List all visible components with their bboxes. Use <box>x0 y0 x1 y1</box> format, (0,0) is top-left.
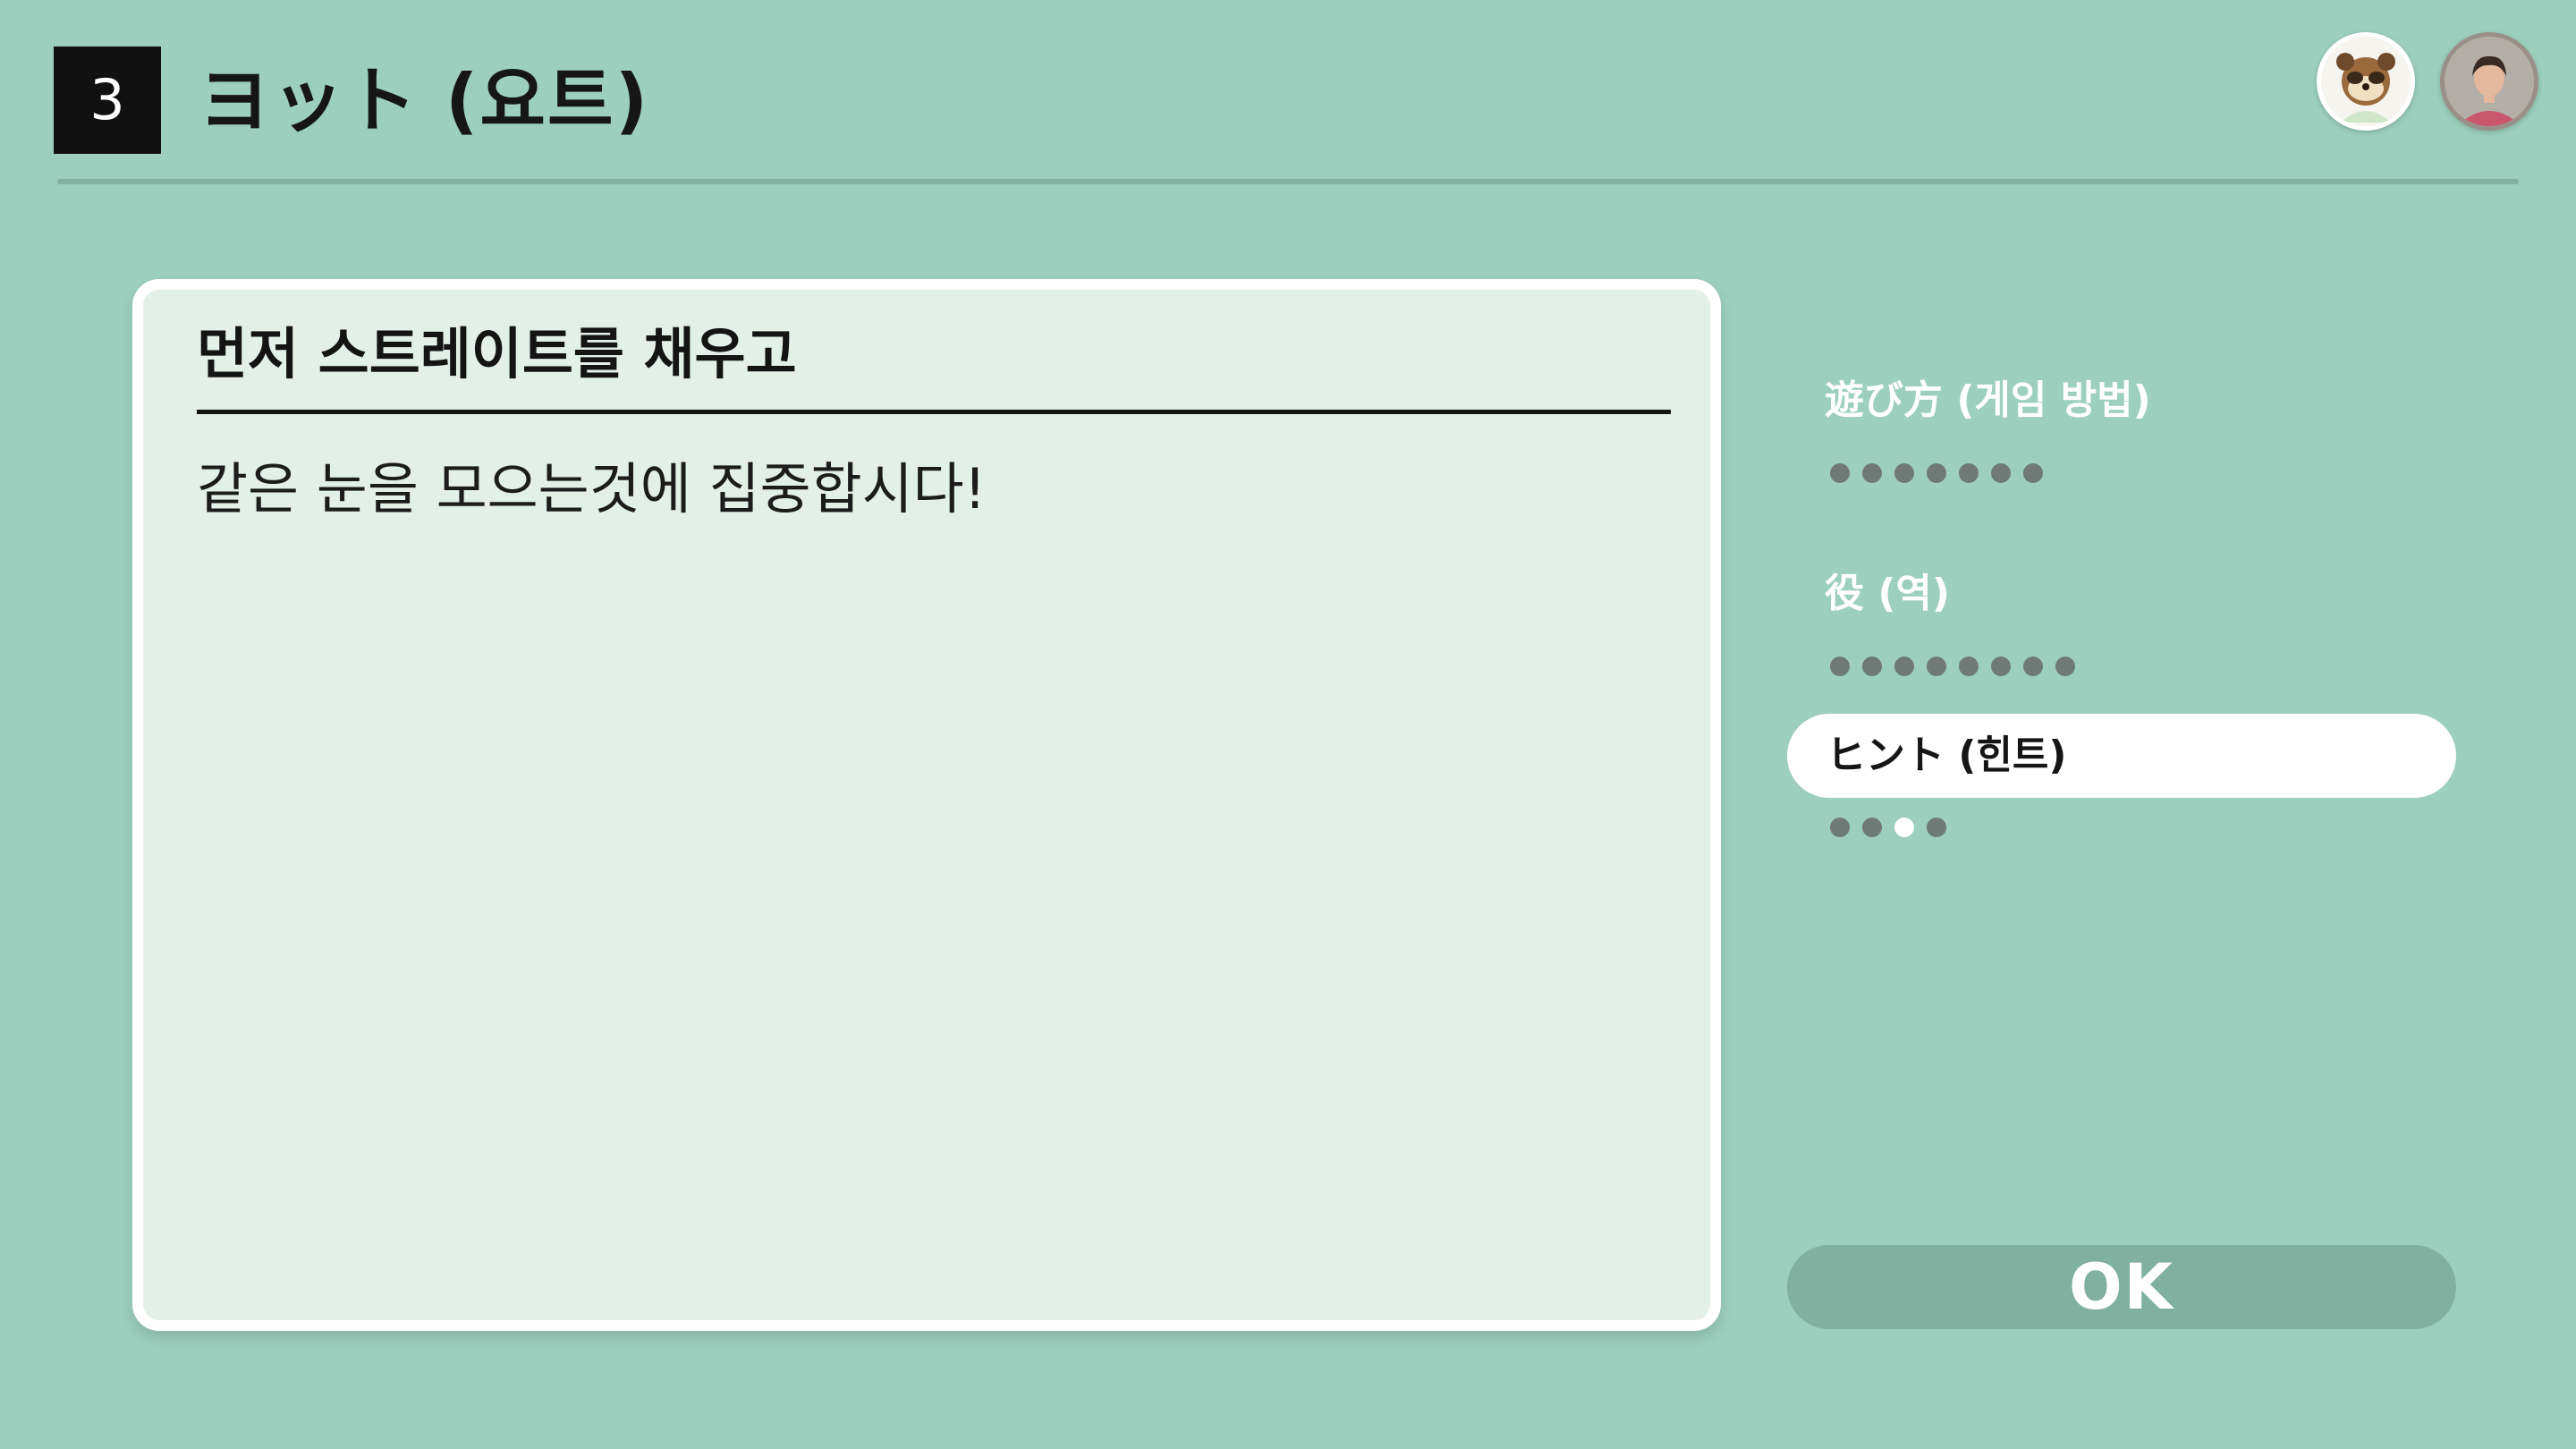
menu-item-hint[interactable]: ヒント (힌트) <box>1787 714 2456 798</box>
hint-heading: 먼저 스트레이트를 채우고 <box>197 311 1671 414</box>
player-avatar-icon[interactable] <box>2440 32 2538 131</box>
page-dot <box>2023 463 2043 483</box>
page-dot <box>1927 818 1946 837</box>
menu-item-hint-label: ヒント (힌트) <box>1826 733 2067 778</box>
hint-body-text: 같은 눈을 모으는것에 집중합시다! <box>197 456 987 521</box>
player-face-icon <box>2445 37 2534 126</box>
page-indicator-hint <box>1830 818 1946 837</box>
hint-content-panel: 먼저 스트레이트를 채우고 같은 눈을 모으는것에 집중합시다! <box>132 279 1721 1331</box>
page-dot <box>2023 657 2043 676</box>
ok-button[interactable]: OK <box>1787 1245 2456 1329</box>
page-dot <box>1862 463 1882 483</box>
page-dot <box>1862 818 1882 837</box>
step-number-badge: 3 <box>54 47 161 154</box>
header-divider <box>57 179 2519 184</box>
page-dot <box>1991 463 2011 483</box>
page-dot <box>2055 657 2075 676</box>
page-dot <box>1830 657 1850 676</box>
page-dot <box>1927 463 1946 483</box>
page-dot <box>1959 657 1979 676</box>
menu-item-how-to-play[interactable]: 遊び方 (게임 방법) <box>1825 374 2151 428</box>
page-title: ヨット (요트) <box>199 59 650 142</box>
page-dot-current <box>1894 818 1914 837</box>
tanuki-avatar-icon[interactable] <box>2317 32 2415 131</box>
page-dot <box>1959 463 1979 483</box>
page-indicator-how-to-play <box>1830 463 2043 483</box>
page-dot <box>1991 657 2011 676</box>
page-dot <box>1894 657 1914 676</box>
page-dot <box>1927 657 1946 676</box>
page-dot <box>1894 463 1914 483</box>
page-dot <box>1862 657 1882 676</box>
page-indicator-hands <box>1830 657 2075 676</box>
menu-item-hands[interactable]: 役 (역) <box>1825 567 1950 621</box>
page-dot <box>1830 818 1850 837</box>
tanuki-face-icon <box>2321 37 2411 126</box>
page-dot <box>1830 463 1850 483</box>
